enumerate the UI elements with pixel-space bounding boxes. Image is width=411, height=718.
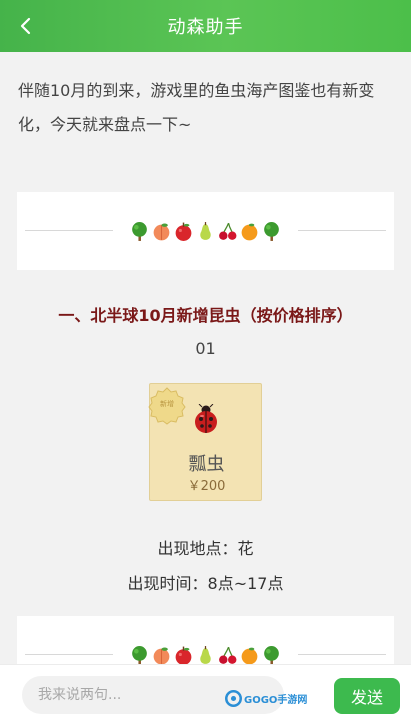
apple-icon <box>175 222 192 241</box>
fruit-divider <box>17 192 394 270</box>
tree-icon <box>132 645 147 664</box>
apple-icon <box>175 646 192 664</box>
orange-icon <box>241 647 258 664</box>
chevron-left-icon <box>20 17 31 35</box>
peach-icon <box>153 647 170 664</box>
item-name: 瓢虫 <box>188 454 225 475</box>
item-number: 01 <box>195 339 216 358</box>
item-location: 出现地点：花 <box>157 539 254 558</box>
item-time: 出现时间：8点~17点 <box>127 574 284 593</box>
ladybug-card[interactable]: 新增 瓢虫 ￥200 <box>148 383 262 501</box>
cherry-icon <box>219 646 237 664</box>
divider-line <box>25 230 113 231</box>
fruit-divider <box>17 616 394 664</box>
new-badge-icon: 新增 <box>148 387 186 425</box>
cherry-icon <box>219 222 237 240</box>
page-title: 动森助手 <box>167 17 244 38</box>
fruit-row <box>129 645 282 664</box>
intro-paragraph: 伴随10月的到来，游戏里的鱼虫海产图鉴也有新变化，今天就来盘点一下~ <box>18 81 375 134</box>
pear-icon <box>200 221 211 240</box>
send-button[interactable]: 发送 <box>334 678 400 714</box>
divider-line <box>298 230 386 231</box>
gogo-logo-icon <box>225 690 242 707</box>
item-price: ￥200 <box>187 479 226 494</box>
tree-icon <box>132 221 147 241</box>
peach-icon <box>153 223 170 240</box>
back-button[interactable] <box>12 12 40 40</box>
divider-line <box>298 654 386 655</box>
badge-text: 新增 <box>160 399 174 408</box>
app-header: 动森助手 <box>0 0 411 52</box>
comment-bar: GOGO手游网 发送 <box>0 664 411 718</box>
divider-line <box>25 654 113 655</box>
pear-icon <box>200 645 211 664</box>
orange-icon <box>241 223 258 240</box>
ladybug-icon <box>195 404 217 433</box>
watermark-text: GOGO手游网 <box>244 695 308 706</box>
section-heading: 一、北半球10月新增昆虫（按价格排序） <box>58 306 353 325</box>
article-content[interactable]: 伴随10月的到来，游戏里的鱼虫海产图鉴也有新变化，今天就来盘点一下~ 一、北半球… <box>0 52 411 664</box>
site-watermark: GOGO手游网 <box>225 690 307 707</box>
tree-icon <box>264 645 279 664</box>
tree-icon <box>264 221 279 241</box>
fruit-row <box>129 221 282 242</box>
